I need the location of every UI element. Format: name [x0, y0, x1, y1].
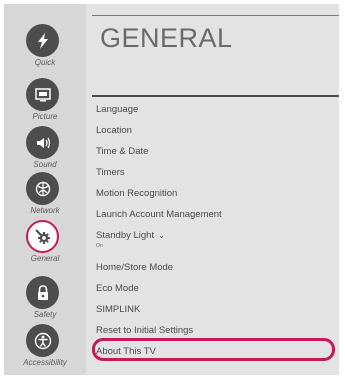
lock-icon: [26, 276, 59, 309]
top-divider: [92, 15, 339, 16]
standby-light-label: Standby Light: [96, 230, 155, 241]
page-title: GENERAL: [100, 23, 233, 53]
nav-item-sound[interactable]: Sound: [4, 126, 86, 172]
tv-settings-screen: Quick Picture Sound Network General Safe…: [4, 4, 339, 375]
menu-item-launch-account-management[interactable]: Launch Account Management: [96, 209, 339, 220]
globe-icon: [26, 172, 59, 205]
nav-item-network[interactable]: Network: [4, 172, 86, 218]
nav-item-quick[interactable]: Quick: [4, 24, 86, 70]
menu-item-language[interactable]: Language: [96, 104, 339, 115]
speaker-icon: [26, 126, 59, 159]
menu-item-eco-mode[interactable]: Eco Mode: [96, 283, 339, 294]
nav-label-quick: Quick: [34, 58, 56, 67]
accessibility-icon: [26, 324, 59, 357]
nav-item-accessibility[interactable]: Accessibility: [4, 324, 86, 370]
menu-item-time-date[interactable]: Time & Date: [96, 146, 339, 157]
gear-icon: [26, 220, 59, 253]
category-sidebar: Quick Picture Sound Network General Safe…: [4, 4, 86, 375]
menu-item-location[interactable]: Location: [96, 125, 339, 136]
chevron-down-icon: ⌄: [158, 231, 165, 240]
nav-label-general: General: [30, 254, 60, 263]
standby-light-value: On: [96, 243, 103, 249]
menu-item-motion-recognition[interactable]: Motion Recognition: [96, 188, 339, 199]
menu-item-standby-light[interactable]: Standby Light ⌄ On: [96, 230, 339, 250]
menu-item-reset-to-initial-settings[interactable]: Reset to Initial Settings: [96, 325, 339, 336]
nav-label-accessibility: Accessibility: [23, 358, 67, 367]
menu-item-timers[interactable]: Timers: [96, 167, 339, 178]
title-divider: [92, 95, 339, 97]
nav-item-general[interactable]: General: [4, 220, 86, 266]
menu-item-home-store-mode[interactable]: Home/Store Mode: [96, 262, 339, 273]
nav-item-picture[interactable]: Picture: [4, 78, 86, 124]
nav-label-safety: Safety: [33, 310, 57, 319]
nav-label-picture: Picture: [32, 112, 58, 121]
menu-item-simplink[interactable]: SIMPLINK: [96, 304, 339, 315]
nav-label-sound: Sound: [33, 160, 57, 169]
settings-panel: GENERAL Language Location Time & Date Ti…: [86, 4, 339, 375]
nav-item-safety[interactable]: Safety: [4, 276, 86, 322]
nav-label-network: Network: [30, 206, 60, 215]
selection-highlight: [92, 338, 335, 361]
lightning-icon: [26, 24, 59, 57]
picture-icon: [26, 78, 59, 111]
